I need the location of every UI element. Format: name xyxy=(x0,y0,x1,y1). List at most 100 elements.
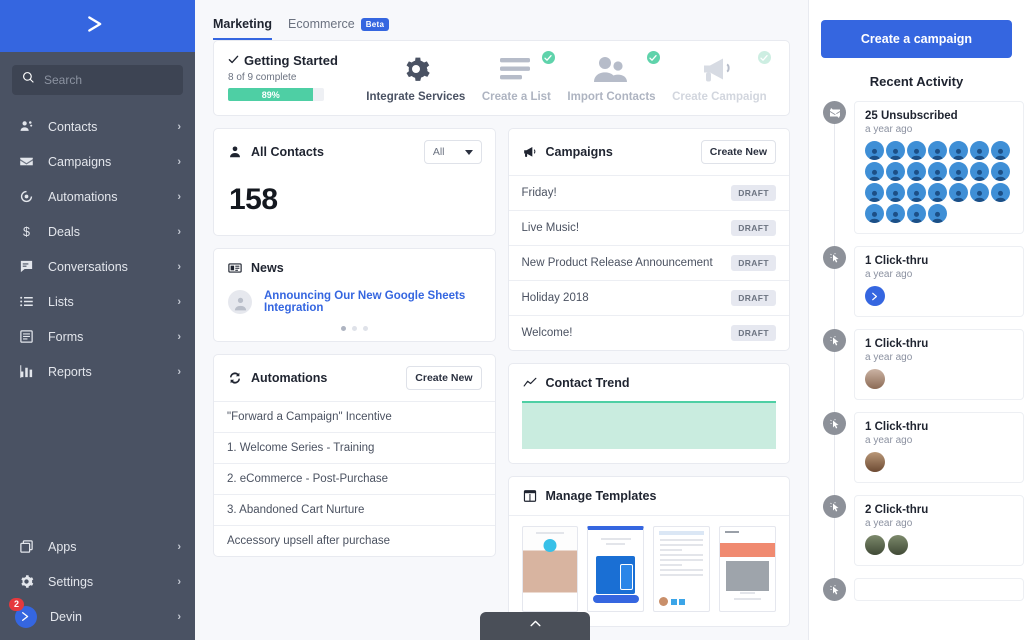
status-badge: DRAFT xyxy=(731,255,776,271)
news-carousel-dots[interactable] xyxy=(214,322,495,341)
table-row[interactable]: New Product Release Announcement DRAFT xyxy=(508,246,789,281)
sidebar-item-settings[interactable]: Settings › xyxy=(0,564,195,599)
sidebar-item-label: Automations xyxy=(48,189,118,204)
sidebar-item-reports[interactable]: Reports › xyxy=(0,354,195,389)
filter-value: All xyxy=(432,146,445,158)
news-body: Announcing Our New Google Sheets Integra… xyxy=(214,280,495,322)
getting-started-card: Getting Started 8 of 9 complete 89% Inte… xyxy=(213,40,790,116)
create-new-automation-button[interactable]: Create New xyxy=(406,366,482,390)
contact-trend-card: Contact Trend xyxy=(507,363,790,464)
step-import-contacts[interactable]: Import Contacts xyxy=(561,51,661,103)
avatar-grid xyxy=(865,141,1013,223)
sidebar-item-contacts[interactable]: Contacts › xyxy=(0,109,195,144)
template-thumbnail-photo[interactable] xyxy=(521,526,579,612)
sidebar-item-conversations[interactable]: Conversations › xyxy=(0,249,195,284)
sidebar-item-automations[interactable]: Automations › xyxy=(0,179,195,214)
carousel-dot[interactable] xyxy=(340,326,346,331)
list-item[interactable]: 1. Welcome Series - Training xyxy=(214,433,495,464)
avatar xyxy=(865,535,885,555)
notification-badge: 2 xyxy=(9,598,25,611)
right-panel: Create a campaign Recent Activity 25 Uns… xyxy=(808,0,1024,640)
all-contacts-card: All Contacts All 158 xyxy=(213,128,496,236)
news-headline-link[interactable]: Announcing Our New Google Sheets Integra… xyxy=(264,290,481,314)
tab-marketing[interactable]: Marketing xyxy=(213,17,273,40)
activity-title: 2 Click-thru xyxy=(865,504,929,516)
sidebar-item-forms[interactable]: Forms › xyxy=(0,319,195,354)
avatar xyxy=(928,183,947,202)
sidebar-item-label: Reports xyxy=(48,364,92,379)
table-row[interactable]: Welcome! DRAFT xyxy=(509,316,790,350)
contacts-filter-select[interactable]: All xyxy=(423,140,482,164)
activity-card: 2 Click-thru a year ago xyxy=(854,495,1024,566)
table-row[interactable]: Friday! DRAFT xyxy=(508,176,789,211)
chevron-right-icon: › xyxy=(177,540,181,553)
sidebar-item-campaigns[interactable]: Campaigns › xyxy=(0,144,195,179)
check-circle-icon xyxy=(757,51,771,64)
activity-item-clickthru-5[interactable] xyxy=(823,578,1024,601)
tab-ecommerce[interactable]: Ecommerce Beta xyxy=(288,17,390,40)
click-icon xyxy=(823,495,846,518)
activity-item-clickthru-4[interactable]: 2 Click-thru a year ago xyxy=(823,495,1024,566)
list-item[interactable]: Accessory upsell after purchase xyxy=(214,526,495,556)
step-label: Create Campaign xyxy=(672,91,767,103)
search-box[interactable] xyxy=(12,65,183,95)
search-input[interactable] xyxy=(44,73,173,87)
activity-time: a year ago xyxy=(865,124,913,135)
automation-name: Accessory upsell after purchase xyxy=(227,535,390,547)
campaign-name: Welcome! xyxy=(521,327,573,339)
chevron-double-right-icon xyxy=(85,11,111,42)
step-integrate-services[interactable]: Integrate Services xyxy=(360,51,471,103)
sidebar-item-label: Lists xyxy=(48,294,74,309)
all-contacts-header: All Contacts All xyxy=(214,129,495,175)
avatar xyxy=(970,162,989,181)
template-thumbnail-newsletter[interactable] xyxy=(653,526,711,612)
step-create-a-list[interactable]: Create a List xyxy=(476,51,557,103)
table-row[interactable]: Holiday 2018 DRAFT xyxy=(508,281,789,316)
chat-widget-toggle[interactable] xyxy=(480,612,590,640)
chevron-right-icon: › xyxy=(177,190,181,203)
activity-item-clickthru-2[interactable]: 1 Click-thru a year ago xyxy=(823,329,1024,400)
carousel-dot[interactable] xyxy=(362,326,368,331)
avatar xyxy=(991,141,1010,160)
carousel-dot[interactable] xyxy=(351,326,357,331)
activity-timeline: 25 Unsubscribed a year ago 1 Click-thru … xyxy=(809,101,1024,601)
form-icon xyxy=(18,328,35,345)
getting-started-steps: Integrate Services Create a List Import … xyxy=(358,51,775,103)
sidebar-item-deals[interactable]: $ Deals › xyxy=(0,214,195,249)
create-campaign-button[interactable]: Create a campaign xyxy=(821,20,1012,58)
chevron-right-icon: › xyxy=(177,295,181,308)
click-icon xyxy=(823,578,846,601)
chevron-right-icon: › xyxy=(177,575,181,588)
app-logo[interactable] xyxy=(0,0,195,52)
campaigns-header: Campaigns Create New xyxy=(508,129,789,176)
activity-item-clickthru-1[interactable]: 1 Click-thru a year ago xyxy=(823,246,1024,317)
check-icon xyxy=(228,53,239,68)
template-thumbnail-product[interactable] xyxy=(719,526,776,612)
list-item[interactable]: 2. eCommerce - Post-Purchase xyxy=(214,464,495,495)
manage-templates-header: Manage Templates xyxy=(508,477,789,516)
sidebar-item-label: Settings xyxy=(48,574,94,589)
sidebar-item-user[interactable]: 2 Devin › xyxy=(0,598,195,634)
status-badge: DRAFT xyxy=(731,290,776,306)
sidebar-item-apps[interactable]: Apps › xyxy=(0,529,195,564)
list-item[interactable]: 3. Abandoned Cart Nurture xyxy=(214,495,495,526)
avatar xyxy=(886,183,905,202)
activity-item-clickthru-3[interactable]: 1 Click-thru a year ago xyxy=(823,412,1024,483)
contacts-icon xyxy=(18,118,35,135)
step-label: Create a List xyxy=(481,91,551,103)
list-item[interactable]: "Forward a Campaign" Incentive xyxy=(214,402,495,433)
tab-label: Ecommerce xyxy=(288,17,355,31)
gear-icon xyxy=(18,573,35,590)
avatar xyxy=(970,183,989,202)
avatar xyxy=(928,162,947,181)
sidebar-item-lists[interactable]: Lists › xyxy=(0,284,195,319)
two-people-icon xyxy=(567,51,660,87)
template-thumbnail-device[interactable] xyxy=(587,526,645,612)
create-new-campaign-button[interactable]: Create New xyxy=(700,140,776,164)
table-row[interactable]: Live Music! DRAFT xyxy=(508,211,789,246)
step-create-campaign[interactable]: Create Campaign xyxy=(666,51,773,103)
activity-title: 25 Unsubscribed xyxy=(865,110,958,122)
avatar xyxy=(907,183,926,202)
activity-item-unsubscribed[interactable]: 25 Unsubscribed a year ago xyxy=(823,101,1024,234)
